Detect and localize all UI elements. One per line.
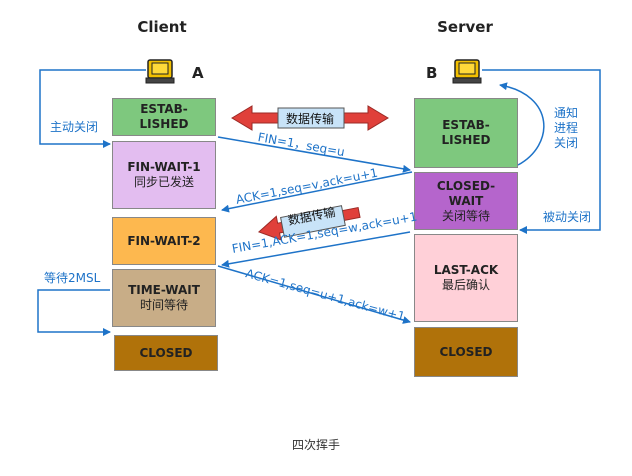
- state-title-2: LISHED: [139, 117, 189, 131]
- server-header: Server: [437, 18, 493, 36]
- state-title: ESTAB-: [140, 102, 188, 116]
- state-title: LAST-ACK: [433, 263, 499, 277]
- state-title: ESTAB-: [442, 118, 490, 132]
- client-state-established: ESTAB- LISHED: [112, 98, 216, 136]
- wait-2msl-label: 等待2MSL: [44, 271, 101, 285]
- data-transfer-label-top: 数据传输: [286, 112, 335, 126]
- state-subtitle: 时间等待: [139, 298, 188, 312]
- node-a-label: A: [192, 64, 204, 82]
- state-title-2: LISHED: [441, 133, 491, 147]
- state-title: CLOSED: [439, 344, 493, 359]
- client-state-fin-wait-1: FIN-WAIT-1 同步已发送: [112, 141, 216, 209]
- state-title-2: WAIT: [448, 193, 484, 208]
- notify-process-label: 通知进程关闭: [553, 106, 578, 150]
- active-close-label: 主动关闭: [50, 120, 99, 134]
- state-title: TIME-WAIT: [128, 283, 200, 297]
- state-title: CLOSED: [139, 345, 193, 360]
- client-state-closed: CLOSED: [114, 335, 218, 371]
- server-computer-icon: [452, 59, 482, 84]
- client-header: Client: [137, 18, 187, 36]
- client-state-time-wait: TIME-WAIT 时间等待: [112, 269, 216, 327]
- state-subtitle: 同步已发送: [133, 175, 194, 189]
- state-title: CLOSED-: [436, 178, 496, 193]
- node-b-label: B: [426, 64, 438, 82]
- server-state-last-ack: LAST-ACK 最后确认: [414, 234, 518, 322]
- four-way-handshake-diagram: Client Server A B ESTAB- LISHED FIN-WAIT…: [0, 0, 632, 476]
- state-title: FIN-WAIT-2: [127, 233, 201, 248]
- diagram-caption: 四次挥手: [291, 438, 340, 452]
- passive-close-label: 被动关闭: [543, 210, 592, 224]
- client-state-fin-wait-2: FIN-WAIT-2: [112, 217, 216, 265]
- server-state-closed: CLOSED: [414, 327, 518, 377]
- client-computer-icon: [145, 59, 175, 84]
- wait-2msl-line: [37, 289, 111, 336]
- server-state-closed-wait: CLOSED- WAIT 关闭等待: [414, 172, 518, 230]
- state-subtitle: 最后确认: [441, 278, 490, 292]
- server-state-established: ESTAB- LISHED: [414, 98, 518, 168]
- state-subtitle: 关闭等待: [441, 208, 490, 223]
- state-title: FIN-WAIT-1: [127, 160, 201, 174]
